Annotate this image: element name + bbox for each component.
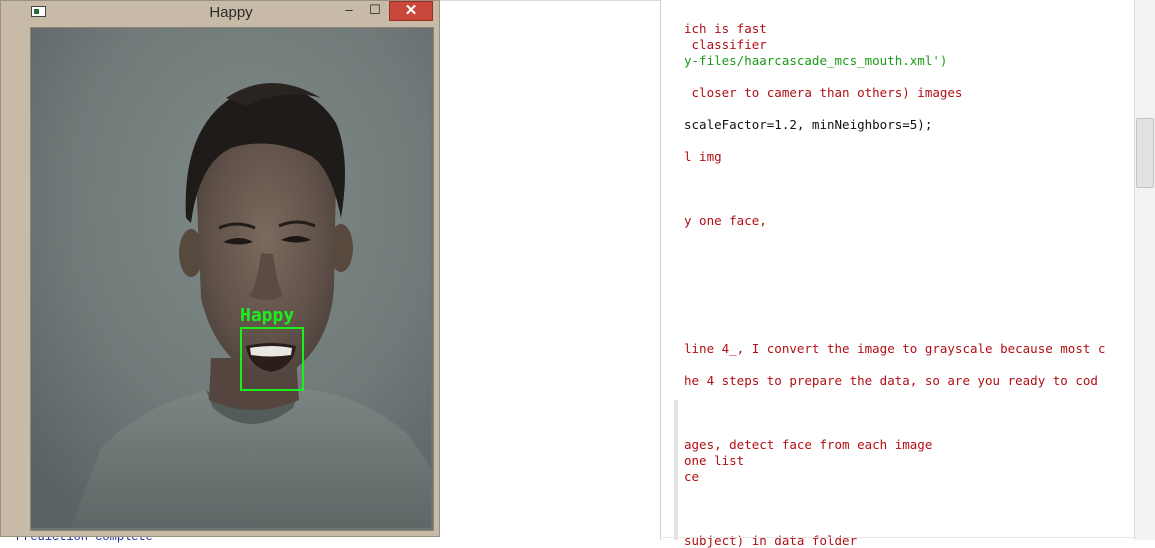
window-titlebar[interactable]: Happy – ☐ ✕ xyxy=(1,1,439,25)
editor-gutter-scroll xyxy=(674,400,678,540)
detection-label: Happy xyxy=(240,305,295,326)
webcam-image xyxy=(31,28,431,528)
maximize-button[interactable]: ☐ xyxy=(365,1,385,21)
code-line[interactable]: scaleFactor=1.2, minNeighbors=5); xyxy=(684,118,932,132)
editor-left-border xyxy=(660,0,661,540)
code-line[interactable]: he 4 steps to prepare the data, so are y… xyxy=(684,374,1098,388)
code-line[interactable]: l img xyxy=(684,150,722,164)
webcam-photo xyxy=(31,28,431,528)
code-line[interactable]: ce xyxy=(684,470,699,484)
code-line[interactable]: y one face, xyxy=(684,214,767,228)
code-line[interactable]: ich is fast xyxy=(684,22,767,36)
code-line[interactable]: classifier xyxy=(684,38,767,52)
code-line[interactable]: one list xyxy=(684,454,744,468)
editor-vertical-scrollbar[interactable] xyxy=(1134,0,1155,540)
scrollbar-thumb[interactable] xyxy=(1136,118,1154,188)
close-button[interactable]: ✕ xyxy=(389,1,433,21)
code-line[interactable]: ages, detect face from each image xyxy=(684,438,932,452)
code-line[interactable]: y-files/haarcascade_mcs_mouth.xml') xyxy=(684,54,947,68)
minimize-button[interactable]: – xyxy=(339,1,359,21)
detection-box xyxy=(240,327,304,391)
code-line[interactable]: line 4_, I convert the image to grayscal… xyxy=(684,342,1105,356)
code-line[interactable]: closer to camera than others) images xyxy=(684,86,963,100)
divider xyxy=(660,537,1134,538)
